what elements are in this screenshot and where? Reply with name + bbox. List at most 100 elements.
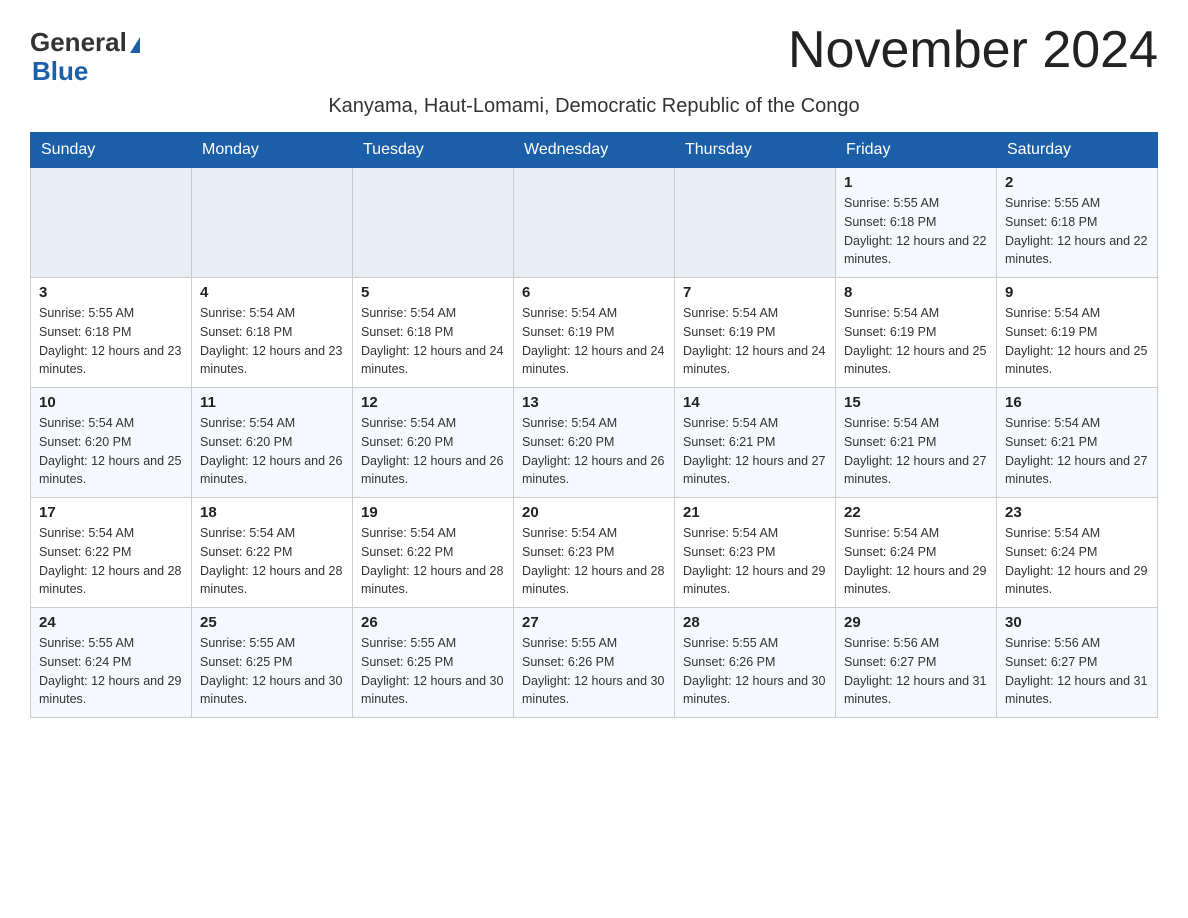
day-number: 8 (844, 284, 988, 301)
table-row: 7 Sunrise: 5:54 AMSunset: 6:19 PMDaylight… (675, 278, 836, 388)
logo: General Blue (30, 28, 140, 85)
day-info: Sunrise: 5:54 AMSunset: 6:20 PMDaylight:… (522, 414, 666, 489)
day-info: Sunrise: 5:54 AMSunset: 6:18 PMDaylight:… (361, 304, 505, 379)
calendar-week-row: 17 Sunrise: 5:54 AMSunset: 6:22 PMDayligh… (31, 498, 1158, 608)
day-info: Sunrise: 5:55 AMSunset: 6:24 PMDaylight:… (39, 634, 183, 709)
day-number: 1 (844, 174, 988, 191)
day-info: Sunrise: 5:54 AMSunset: 6:22 PMDaylight:… (361, 524, 505, 599)
day-info: Sunrise: 5:54 AMSunset: 6:20 PMDaylight:… (39, 414, 183, 489)
day-info: Sunrise: 5:55 AMSunset: 6:26 PMDaylight:… (522, 634, 666, 709)
day-number: 4 (200, 284, 344, 301)
table-row (675, 168, 836, 278)
col-tuesday: Tuesday (353, 133, 514, 168)
day-info: Sunrise: 5:55 AMSunset: 6:25 PMDaylight:… (361, 634, 505, 709)
day-number: 13 (522, 394, 666, 411)
day-number: 30 (1005, 614, 1149, 631)
col-thursday: Thursday (675, 133, 836, 168)
day-number: 23 (1005, 504, 1149, 521)
logo-triangle-icon (130, 37, 140, 53)
day-number: 14 (683, 394, 827, 411)
day-number: 3 (39, 284, 183, 301)
day-number: 21 (683, 504, 827, 521)
day-number: 28 (683, 614, 827, 631)
table-row: 15 Sunrise: 5:54 AMSunset: 6:21 PMDayligh… (836, 388, 997, 498)
day-info: Sunrise: 5:56 AMSunset: 6:27 PMDaylight:… (1005, 634, 1149, 709)
col-wednesday: Wednesday (514, 133, 675, 168)
table-row: 23 Sunrise: 5:54 AMSunset: 6:24 PMDayligh… (997, 498, 1158, 608)
day-info: Sunrise: 5:54 AMSunset: 6:20 PMDaylight:… (200, 414, 344, 489)
day-info: Sunrise: 5:55 AMSunset: 6:26 PMDaylight:… (683, 634, 827, 709)
day-info: Sunrise: 5:54 AMSunset: 6:21 PMDaylight:… (1005, 414, 1149, 489)
col-sunday: Sunday (31, 133, 192, 168)
day-number: 9 (1005, 284, 1149, 301)
table-row: 5 Sunrise: 5:54 AMSunset: 6:18 PMDaylight… (353, 278, 514, 388)
table-row: 30 Sunrise: 5:56 AMSunset: 6:27 PMDayligh… (997, 608, 1158, 718)
table-row (31, 168, 192, 278)
location-title: Kanyama, Haut-Lomami, Democratic Republi… (30, 95, 1158, 118)
day-number: 12 (361, 394, 505, 411)
page-header: General Blue November 2024 (30, 20, 1158, 85)
day-info: Sunrise: 5:54 AMSunset: 6:19 PMDaylight:… (1005, 304, 1149, 379)
day-info: Sunrise: 5:54 AMSunset: 6:21 PMDaylight:… (844, 414, 988, 489)
day-number: 27 (522, 614, 666, 631)
table-row: 10 Sunrise: 5:54 AMSunset: 6:20 PMDayligh… (31, 388, 192, 498)
day-info: Sunrise: 5:54 AMSunset: 6:19 PMDaylight:… (522, 304, 666, 379)
day-number: 18 (200, 504, 344, 521)
table-row: 24Sunrise: 5:55 AMSunset: 6:24 PMDayligh… (31, 608, 192, 718)
table-row: 25 Sunrise: 5:55 AMSunset: 6:25 PMDayligh… (192, 608, 353, 718)
day-number: 19 (361, 504, 505, 521)
table-row: 11 Sunrise: 5:54 AMSunset: 6:20 PMDayligh… (192, 388, 353, 498)
calendar-week-row: 10 Sunrise: 5:54 AMSunset: 6:20 PMDayligh… (31, 388, 1158, 498)
month-title: November 2024 (788, 20, 1158, 80)
table-row: 4 Sunrise: 5:54 AMSunset: 6:18 PMDaylight… (192, 278, 353, 388)
table-row: 26Sunrise: 5:55 AMSunset: 6:25 PMDayligh… (353, 608, 514, 718)
table-row: 17 Sunrise: 5:54 AMSunset: 6:22 PMDayligh… (31, 498, 192, 608)
table-row: 8Sunrise: 5:54 AMSunset: 6:19 PMDaylight… (836, 278, 997, 388)
day-number: 20 (522, 504, 666, 521)
day-info: Sunrise: 5:55 AMSunset: 6:18 PMDaylight:… (39, 304, 183, 379)
calendar-table: Sunday Monday Tuesday Wednesday Thursday… (30, 132, 1158, 718)
day-number: 15 (844, 394, 988, 411)
day-info: Sunrise: 5:55 AMSunset: 6:18 PMDaylight:… (1005, 194, 1149, 269)
logo-general: General (30, 28, 140, 57)
calendar-week-row: 3 Sunrise: 5:55 AMSunset: 6:18 PMDaylight… (31, 278, 1158, 388)
day-number: 11 (200, 394, 344, 411)
day-info: Sunrise: 5:56 AMSunset: 6:27 PMDaylight:… (844, 634, 988, 709)
table-row: 2 Sunrise: 5:55 AMSunset: 6:18 PMDaylight… (997, 168, 1158, 278)
table-row: 14Sunrise: 5:54 AMSunset: 6:21 PMDayligh… (675, 388, 836, 498)
table-row: 20 Sunrise: 5:54 AMSunset: 6:23 PMDayligh… (514, 498, 675, 608)
day-info: Sunrise: 5:54 AMSunset: 6:23 PMDaylight:… (683, 524, 827, 599)
table-row: 9 Sunrise: 5:54 AMSunset: 6:19 PMDaylight… (997, 278, 1158, 388)
table-row: 22Sunrise: 5:54 AMSunset: 6:24 PMDayligh… (836, 498, 997, 608)
day-number: 2 (1005, 174, 1149, 191)
table-row: 29Sunrise: 5:56 AMSunset: 6:27 PMDayligh… (836, 608, 997, 718)
table-row: 3 Sunrise: 5:55 AMSunset: 6:18 PMDaylight… (31, 278, 192, 388)
col-monday: Monday (192, 133, 353, 168)
day-info: Sunrise: 5:54 AMSunset: 6:22 PMDaylight:… (200, 524, 344, 599)
day-info: Sunrise: 5:54 AMSunset: 6:23 PMDaylight:… (522, 524, 666, 599)
table-row (192, 168, 353, 278)
table-row: 6Sunrise: 5:54 AMSunset: 6:19 PMDaylight… (514, 278, 675, 388)
day-number: 25 (200, 614, 344, 631)
table-row: 19 Sunrise: 5:54 AMSunset: 6:22 PMDayligh… (353, 498, 514, 608)
day-info: Sunrise: 5:54 AMSunset: 6:24 PMDaylight:… (1005, 524, 1149, 599)
day-info: Sunrise: 5:54 AMSunset: 6:22 PMDaylight:… (39, 524, 183, 599)
day-number: 5 (361, 284, 505, 301)
table-row: 27 Sunrise: 5:55 AMSunset: 6:26 PMDayligh… (514, 608, 675, 718)
day-info: Sunrise: 5:54 AMSunset: 6:19 PMDaylight:… (683, 304, 827, 379)
day-number: 22 (844, 504, 988, 521)
calendar-week-row: 1 Sunrise: 5:55 AMSunset: 6:18 PMDaylight… (31, 168, 1158, 278)
col-friday: Friday (836, 133, 997, 168)
day-number: 17 (39, 504, 183, 521)
col-saturday: Saturday (997, 133, 1158, 168)
table-row (353, 168, 514, 278)
table-row (514, 168, 675, 278)
day-number: 10 (39, 394, 183, 411)
day-number: 7 (683, 284, 827, 301)
table-row: 18 Sunrise: 5:54 AMSunset: 6:22 PMDayligh… (192, 498, 353, 608)
table-row: 1 Sunrise: 5:55 AMSunset: 6:18 PMDaylight… (836, 168, 997, 278)
table-row: 28 Sunrise: 5:55 AMSunset: 6:26 PMDayligh… (675, 608, 836, 718)
day-info: Sunrise: 5:54 AMSunset: 6:18 PMDaylight:… (200, 304, 344, 379)
day-info: Sunrise: 5:55 AMSunset: 6:25 PMDaylight:… (200, 634, 344, 709)
day-info: Sunrise: 5:55 AMSunset: 6:18 PMDaylight:… (844, 194, 988, 269)
